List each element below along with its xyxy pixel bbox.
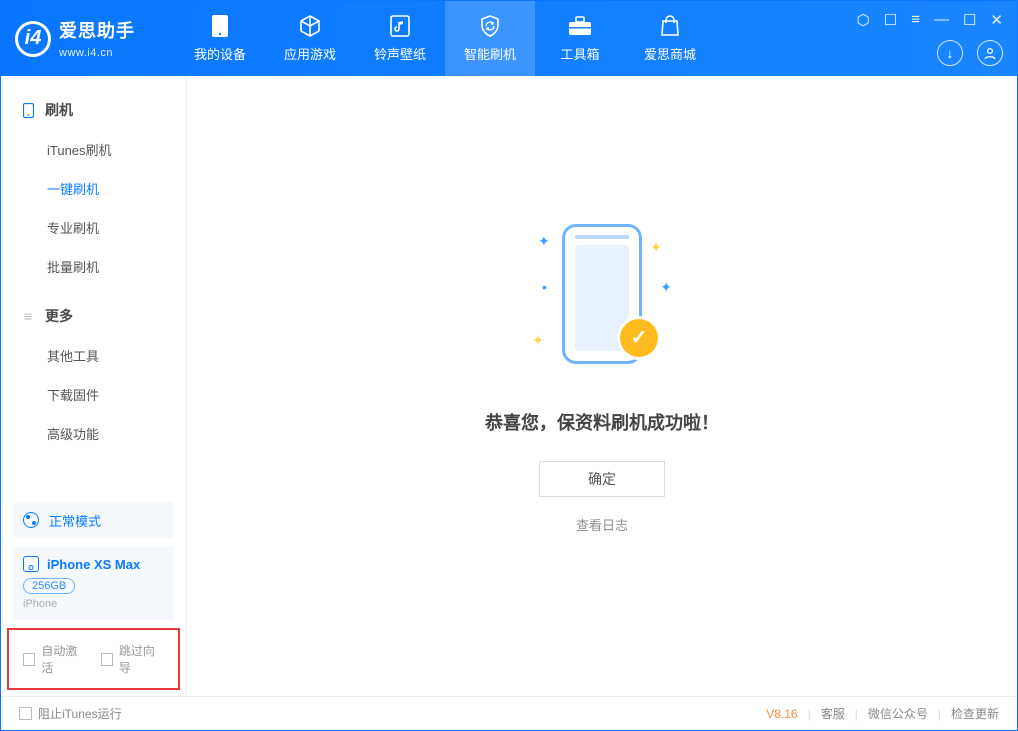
menu-icon[interactable]: ≡ [911,11,920,29]
checkbox-skip-guide[interactable]: 跳过向导 [101,642,165,676]
sidebar: 刷机 iTunes刷机 一键刷机 专业刷机 批量刷机 ≡ 更多 其他工具 下载固… [1,76,187,696]
checkmark-badge-icon: ✓ [620,319,658,357]
nav-store[interactable]: 爱思商城 [625,1,715,76]
bag-icon [657,14,683,38]
music-file-icon [387,14,413,38]
header: i4 爱思助手 www.i4.cn 我的设备 应用游戏 铃声壁纸 智能刷机 工具… [1,1,1017,76]
phone-small-icon [21,103,35,117]
shirt-icon[interactable]: ⬡ [857,11,870,29]
close-icon[interactable]: ✕ [990,11,1003,29]
highlighted-options: 自动激活 跳过向导 [7,628,180,690]
wechat-link[interactable]: 微信公众号 [868,705,928,722]
success-message: 恭喜您，保资料刷机成功啦！ [485,409,719,435]
sparkle-icon: • [542,279,547,295]
sidebar-item-download-firmware[interactable]: 下载固件 [1,375,186,414]
sidebar-item-batch-flash[interactable]: 批量刷机 [1,247,186,286]
footer: 阻止iTunes运行 V8.16 | 客服 | 微信公众号 | 检查更新 [1,696,1017,730]
view-log-link[interactable]: 查看日志 [576,515,628,534]
support-link[interactable]: 客服 [821,705,845,722]
version-label: V8.16 [766,707,797,721]
nav-ringtones[interactable]: 铃声壁纸 [355,1,445,76]
device-mode[interactable]: 正常模式 [13,502,174,538]
device-name: iPhone XS Max [47,557,140,572]
nav-my-device[interactable]: 我的设备 [175,1,265,76]
sparkle-icon: ✦ [532,332,544,349]
sparkle-icon: ✦ [650,239,662,256]
cube-icon [297,14,323,38]
main-content: ✦ ✦ ✦ ✦ • ✓ 恭喜您，保资料刷机成功啦！ 确定 查看日志 [187,76,1017,696]
check-update-link[interactable]: 检查更新 [951,705,999,722]
checkbox-block-itunes[interactable]: 阻止iTunes运行 [19,705,122,722]
sidebar-group-more: ≡ 更多 [1,296,186,336]
sparkle-icon: ✦ [660,279,672,296]
account-button[interactable] [977,40,1003,66]
sidebar-group-flash: 刷机 [1,90,186,130]
list-icon: ≡ [21,309,35,323]
logo-icon: i4 [15,21,51,57]
sidebar-item-itunes-flash[interactable]: iTunes刷机 [1,130,186,169]
feedback-icon[interactable]: ☐ [884,11,897,29]
phone-icon [207,14,233,38]
top-nav: 我的设备 应用游戏 铃声壁纸 智能刷机 工具箱 爱思商城 [175,1,715,76]
checkbox-auto-activate[interactable]: 自动激活 [23,642,87,676]
window-controls: ⬡ ☐ ≡ — ☐ ✕ [857,11,1003,29]
device-icon [23,556,39,572]
maximize-icon[interactable]: ☐ [963,11,976,29]
device-card[interactable]: iPhone XS Max 256GB iPhone [13,546,174,620]
nav-apps-games[interactable]: 应用游戏 [265,1,355,76]
device-type: iPhone [23,598,164,610]
success-illustration: ✦ ✦ ✦ ✦ • ✓ [502,199,702,389]
toolbox-icon [567,14,593,38]
nav-toolbox[interactable]: 工具箱 [535,1,625,76]
sparkle-icon: ✦ [538,233,550,250]
sidebar-item-oneclick-flash[interactable]: 一键刷机 [1,169,186,208]
ok-button[interactable]: 确定 [539,461,665,497]
logo[interactable]: i4 爱思助手 www.i4.cn [15,17,135,61]
mode-icon [23,512,39,528]
sidebar-item-pro-flash[interactable]: 专业刷机 [1,208,186,247]
refresh-shield-icon [477,14,503,38]
device-capacity: 256GB [23,578,75,594]
minimize-icon[interactable]: — [934,11,949,29]
nav-flash[interactable]: 智能刷机 [445,1,535,76]
sidebar-item-advanced[interactable]: 高级功能 [1,414,186,453]
app-title: 爱思助手 [59,17,135,43]
sidebar-item-other-tools[interactable]: 其他工具 [1,336,186,375]
app-url: www.i4.cn [59,47,113,59]
download-button[interactable]: ↓ [937,40,963,66]
